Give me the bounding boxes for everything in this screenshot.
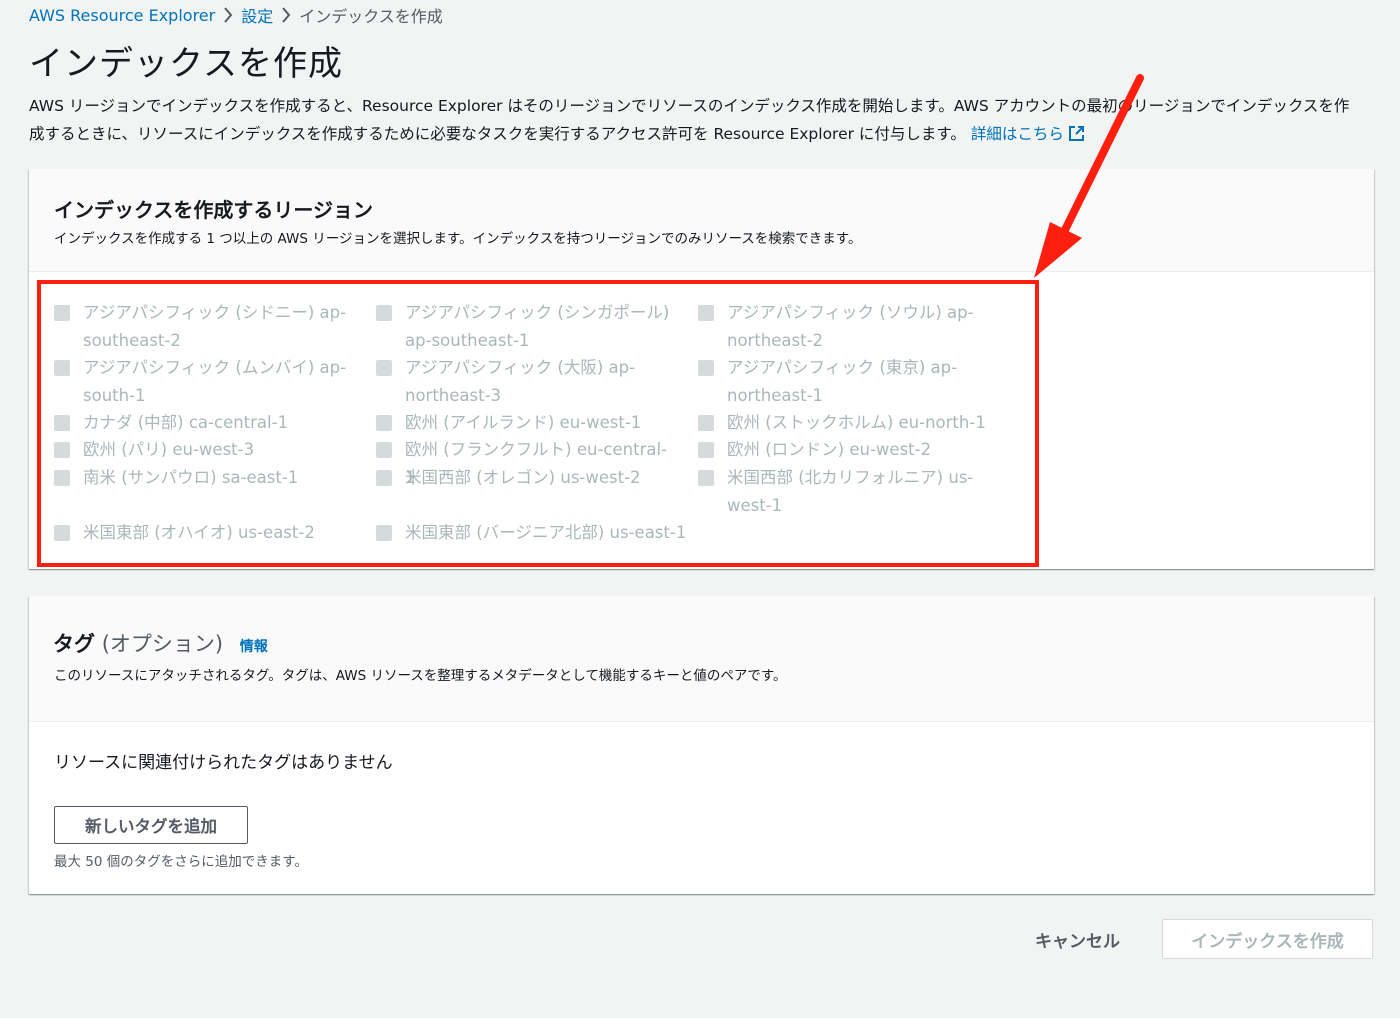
add-new-tag-button[interactable]: 新しいタグを追加 (54, 806, 248, 844)
breadcrumb: AWS Resource Explorer 設定 インデックスを作成 (29, 3, 443, 27)
page-title: インデックスを作成 (29, 44, 343, 84)
tags-panel-title: タグ (オプション) 情報 (53, 632, 268, 656)
no-tags-message: リソースに関連付けられたタグはありません (54, 753, 393, 773)
tags-optional-label: (オプション) (101, 632, 224, 656)
breadcrumb-current: インデックスを作成 (299, 7, 443, 26)
create-index-button[interactable]: インデックスを作成 (1162, 919, 1373, 959)
regions-panel-title: インデックスを作成するリージョン (54, 198, 373, 222)
cancel-button[interactable]: キャンセル (1035, 927, 1120, 952)
chevron-right-icon (273, 7, 299, 23)
info-link[interactable]: 情報 (240, 639, 268, 655)
breadcrumb-settings[interactable]: 設定 (241, 3, 273, 27)
regions-panel-header: インデックスを作成するリージョン インデックスを作成する 1 つ以上の AWS … (29, 169, 1374, 272)
chevron-right-icon (215, 7, 241, 23)
tags-panel-description: このリソースにアタッチされるタグ。タグは、AWS リソースを整理するメタデータと… (54, 668, 787, 684)
breadcrumb-resource-explorer[interactable]: AWS Resource Explorer (29, 6, 215, 25)
highlight-annotation-box (37, 280, 1039, 567)
tag-limit-hint: 最大 50 個のタグをさらに追加できます。 (54, 854, 308, 870)
regions-panel-description: インデックスを作成する 1 つ以上の AWS リージョンを選択します。インデック… (54, 231, 862, 247)
tags-panel: タグ (オプション) 情報 このリソースにアタッチされるタグ。タグは、AWS リ… (29, 596, 1374, 894)
tags-panel-header: タグ (オプション) 情報 このリソースにアタッチされるタグ。タグは、AWS リ… (29, 596, 1374, 722)
annotation-arrow-icon (1034, 74, 1144, 278)
